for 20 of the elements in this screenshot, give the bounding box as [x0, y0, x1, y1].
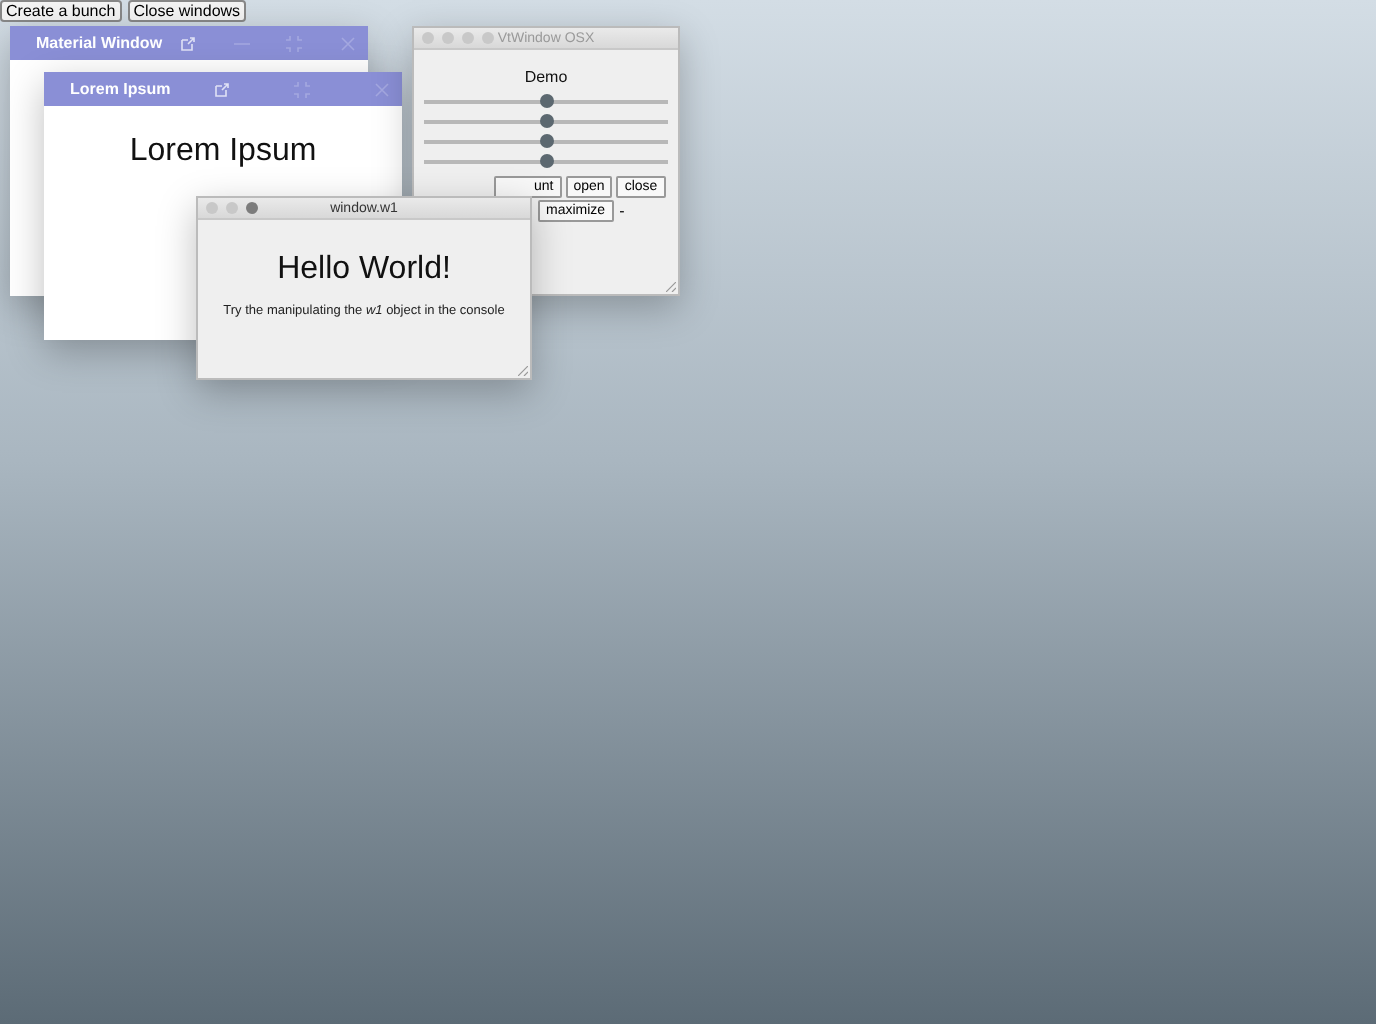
value-text: - [619, 202, 625, 220]
slider-thumb[interactable] [539, 114, 553, 128]
close-icon[interactable] [374, 81, 390, 97]
window-heading: Lorem Ipsum [127, 134, 319, 170]
window-title: Lorem Ipsum [70, 80, 173, 98]
slider-thumb[interactable] [539, 134, 553, 148]
resize-grip-icon[interactable] [518, 366, 528, 376]
toolbar-button[interactable]: Create a bunch [0, 0, 122, 22]
window-heading: Hello World! [275, 252, 453, 288]
resize-grip-icon[interactable] [666, 282, 676, 292]
fullscreen-icon[interactable] [294, 81, 310, 97]
close-icon[interactable] [339, 35, 356, 51]
toolbar-button[interactable]: Close windows [127, 0, 247, 22]
external-link-icon[interactable] [214, 81, 230, 97]
fullscreen-icon[interactable] [286, 35, 303, 51]
slider-thumb[interactable] [539, 154, 553, 168]
window-title: Material Window [36, 34, 165, 52]
slider-thumb[interactable] [539, 94, 553, 108]
window-heading: Demo [522, 68, 570, 86]
external-link-icon[interactable] [180, 35, 196, 51]
